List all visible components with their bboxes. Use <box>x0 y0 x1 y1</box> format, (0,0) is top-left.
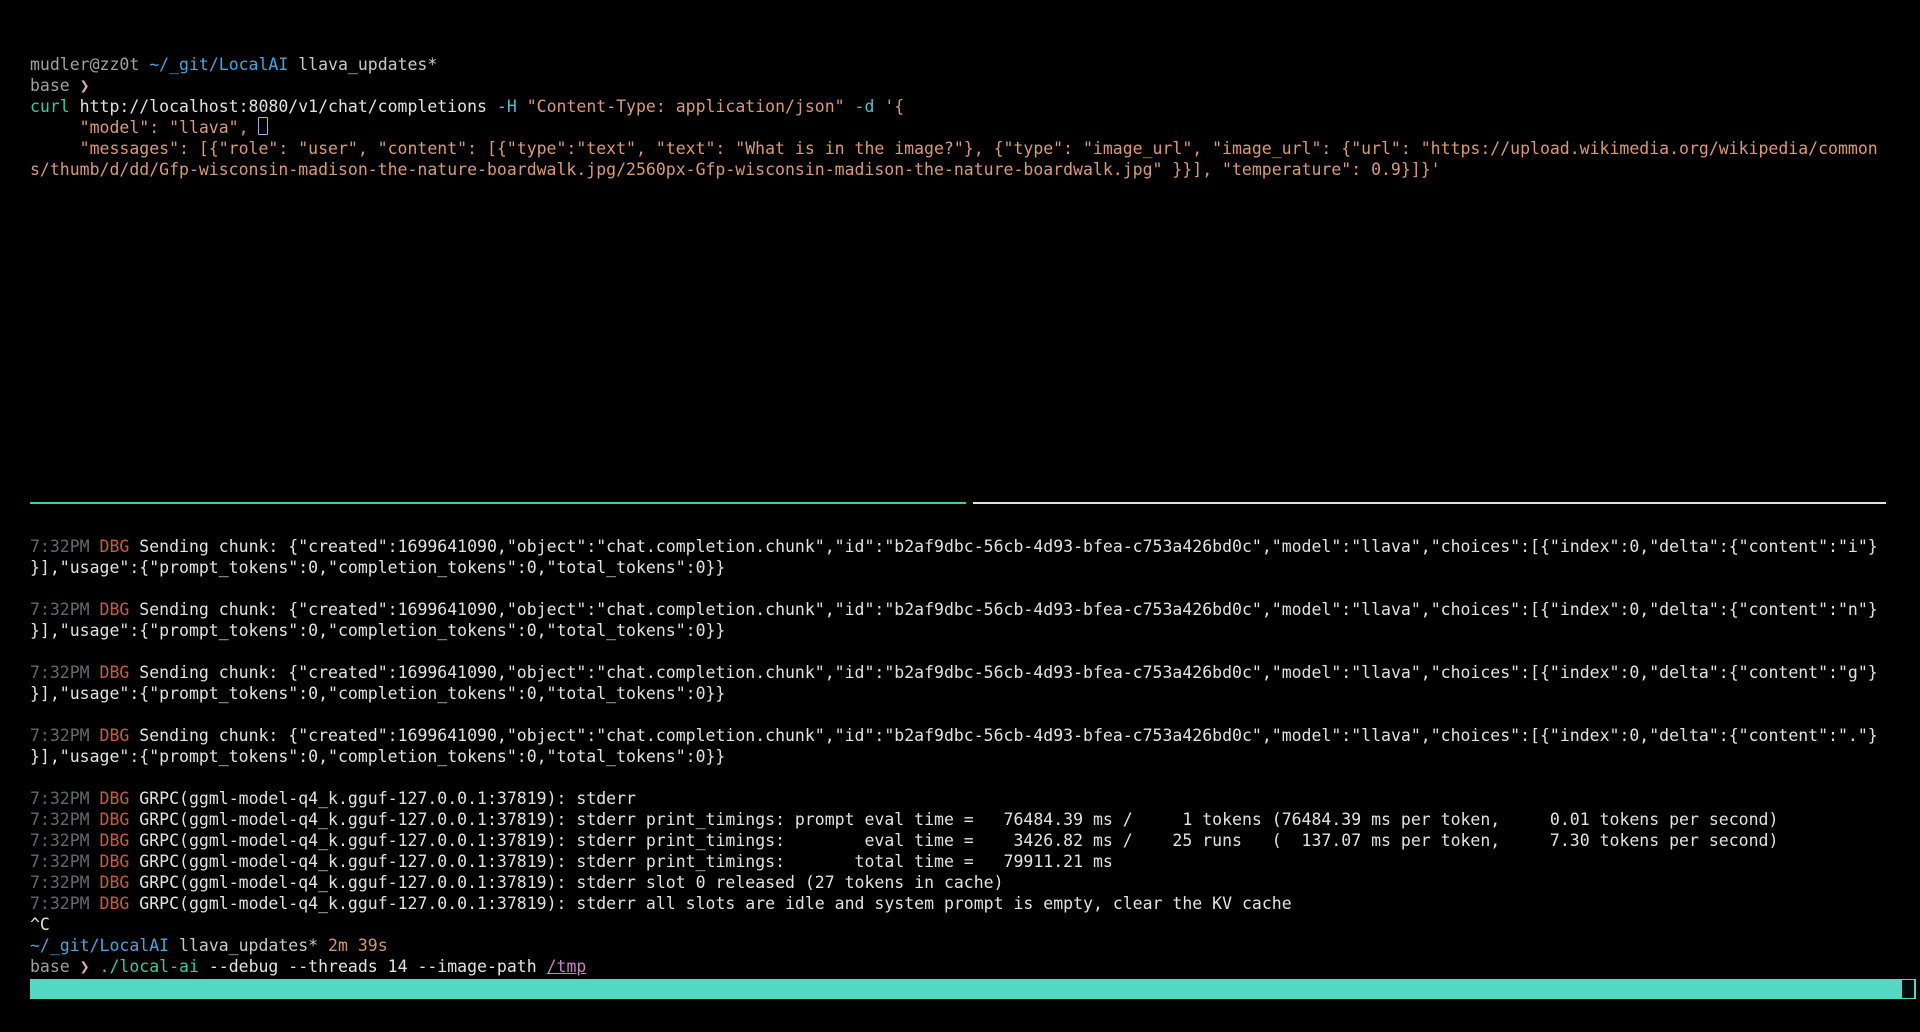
pane-divider-active[interactable] <box>30 502 966 504</box>
log-level-badge: DBG <box>100 537 140 556</box>
interrupt-line: ^C <box>30 914 1910 935</box>
log-text: GRPC(ggml-model-q4_k.gguf-127.0.0.1:3781… <box>139 789 636 808</box>
log-timestamp: 7:32PM <box>30 789 100 808</box>
log-timestamp: 7:32PM <box>30 663 100 682</box>
command-name: ./local-ai <box>100 957 209 976</box>
top-pane: mudler@zz0t ~/_git/LocalAI llava_updates… <box>30 54 1910 180</box>
log-text: }],"usage":{"prompt_tokens":0,"completio… <box>30 684 725 703</box>
json-model-text: "model": "llava", <box>30 118 258 137</box>
git-branch: llava_updates* <box>288 55 437 74</box>
log-chunk-line: 7:32PM DBG Sending chunk: {"created":169… <box>30 662 1910 683</box>
blank-line <box>30 704 1910 725</box>
log-text: GRPC(ggml-model-q4_k.gguf-127.0.0.1:3781… <box>139 852 1113 871</box>
json-messages-text: "messages": [{"role": "user", "content":… <box>30 139 1878 158</box>
terminal-cursor <box>258 117 268 135</box>
command-duration: 2m 39s <box>328 936 388 955</box>
log-timestamp: 7:32PM <box>30 537 100 556</box>
git-branch: llava_updates* <box>169 936 328 955</box>
json-messages-line: "messages": [{"role": "user", "content":… <box>30 138 1910 159</box>
prompt-input-line: base ❯ <box>30 75 1910 96</box>
log-grpc-line: 7:32PM DBG GRPC(ggml-model-q4_k.gguf-127… <box>30 830 1910 851</box>
image-path-link[interactable]: /tmp <box>547 957 587 976</box>
log-chunk-wrap-line: }],"usage":{"prompt_tokens":0,"completio… <box>30 620 1910 641</box>
log-chunk-wrap-line: }],"usage":{"prompt_tokens":0,"completio… <box>30 557 1910 578</box>
log-text: Sending chunk: {"created":1699641090,"ob… <box>139 537 1877 556</box>
log-level-badge: DBG <box>100 852 140 871</box>
json-messages-wrap-text: s/thumb/d/dd/Gfp-wisconsin-madison-the-n… <box>30 160 1441 179</box>
blank-line <box>30 767 1910 788</box>
json-open: '{ <box>884 97 904 116</box>
log-grpc-line: 7:32PM DBG GRPC(ggml-model-q4_k.gguf-127… <box>30 788 1910 809</box>
log-timestamp: 7:32PM <box>30 852 100 871</box>
log-grpc-line: 7:32PM DBG GRPC(ggml-model-q4_k.gguf-127… <box>30 893 1910 914</box>
log-text: Sending chunk: {"created":1699641090,"ob… <box>139 726 1877 745</box>
log-chunk-line: 7:32PM DBG Sending chunk: {"created":169… <box>30 725 1910 746</box>
log-text: GRPC(ggml-model-q4_k.gguf-127.0.0.1:3781… <box>139 831 1778 850</box>
status-bar-cursor-block <box>1902 980 1914 998</box>
json-messages-wrap-line: s/thumb/d/dd/Gfp-wisconsin-madison-the-n… <box>30 159 1910 180</box>
user-host: mudler@zz0t <box>30 55 149 74</box>
tmux-status-bar[interactable]: [0] <0:zsh 21:zsh 22:zsh 23:zsh 24:zsh 2… <box>30 979 1916 999</box>
log-level-badge: DBG <box>100 894 140 913</box>
log-text: }],"usage":{"prompt_tokens":0,"completio… <box>30 558 725 577</box>
log-level-badge: DBG <box>100 810 140 829</box>
log-timestamp: 7:32PM <box>30 873 100 892</box>
log-level-badge: DBG <box>100 726 140 745</box>
log-text: GRPC(ggml-model-q4_k.gguf-127.0.0.1:3781… <box>139 810 1778 829</box>
prompt-context-line: ~/_git/LocalAI llava_updates* 2m 39s <box>30 935 1910 956</box>
log-timestamp: 7:32PM <box>30 894 100 913</box>
log-text: GRPC(ggml-model-q4_k.gguf-127.0.0.1:3781… <box>139 873 1003 892</box>
log-timestamp: 7:32PM <box>30 726 100 745</box>
header-value: "Content-Type: application/json" <box>527 97 855 116</box>
cwd-path: ~/_git/LocalAI <box>149 55 288 74</box>
log-chunk-line: 7:32PM DBG Sending chunk: {"created":169… <box>30 536 1910 557</box>
bottom-pane: 7:32PM DBG Sending chunk: {"created":169… <box>30 536 1910 977</box>
prompt-command-line: base ❯ ./local-ai --debug --threads 14 -… <box>30 956 1910 977</box>
venv-label: base <box>30 957 80 976</box>
log-text: }],"usage":{"prompt_tokens":0,"completio… <box>30 747 725 766</box>
flag-header: -H <box>497 97 527 116</box>
prompt-char: ❯ <box>80 957 100 976</box>
log-chunk-line: 7:32PM DBG Sending chunk: {"created":169… <box>30 599 1910 620</box>
command-url: http://localhost:8080/v1/chat/completion… <box>80 97 497 116</box>
log-text: Sending chunk: {"created":1699641090,"ob… <box>139 600 1877 619</box>
command-args: --debug --threads 14 --image-path <box>209 957 547 976</box>
flag-data: -d <box>855 97 885 116</box>
cwd-path: ~/_git/LocalAI <box>30 936 169 955</box>
log-level-badge: DBG <box>100 831 140 850</box>
log-timestamp: 7:32PM <box>30 810 100 829</box>
log-level-badge: DBG <box>100 600 140 619</box>
log-chunk-wrap-line: }],"usage":{"prompt_tokens":0,"completio… <box>30 683 1910 704</box>
prompt-char: ❯ <box>80 76 90 95</box>
log-text: }],"usage":{"prompt_tokens":0,"completio… <box>30 621 725 640</box>
blank-line <box>30 641 1910 662</box>
log-grpc-line: 7:32PM DBG GRPC(ggml-model-q4_k.gguf-127… <box>30 809 1910 830</box>
log-level-badge: DBG <box>100 873 140 892</box>
log-text: Sending chunk: {"created":1699641090,"ob… <box>139 663 1877 682</box>
log-grpc-line: 7:32PM DBG GRPC(ggml-model-q4_k.gguf-127… <box>30 872 1910 893</box>
command-line: curl http://localhost:8080/v1/chat/compl… <box>30 96 1910 117</box>
venv-label: base <box>30 76 80 95</box>
log-timestamp: 7:32PM <box>30 600 100 619</box>
log-level-badge: DBG <box>100 789 140 808</box>
log-grpc-line: 7:32PM DBG GRPC(ggml-model-q4_k.gguf-127… <box>30 851 1910 872</box>
json-model-line: "model": "llava", <box>30 117 1910 138</box>
log-timestamp: 7:32PM <box>30 831 100 850</box>
ctrl-c-text: ^C <box>30 915 50 934</box>
blank-line <box>30 578 1910 599</box>
prompt-context-line: mudler@zz0t ~/_git/LocalAI llava_updates… <box>30 54 1910 75</box>
terminal-window: mudler@zz0t ~/_git/LocalAI llava_updates… <box>0 0 1920 1032</box>
pane-divider-inactive[interactable] <box>973 502 1886 504</box>
log-text: GRPC(ggml-model-q4_k.gguf-127.0.0.1:3781… <box>139 894 1291 913</box>
command-name: curl <box>30 97 80 116</box>
log-chunk-wrap-line: }],"usage":{"prompt_tokens":0,"completio… <box>30 746 1910 767</box>
log-level-badge: DBG <box>100 663 140 682</box>
